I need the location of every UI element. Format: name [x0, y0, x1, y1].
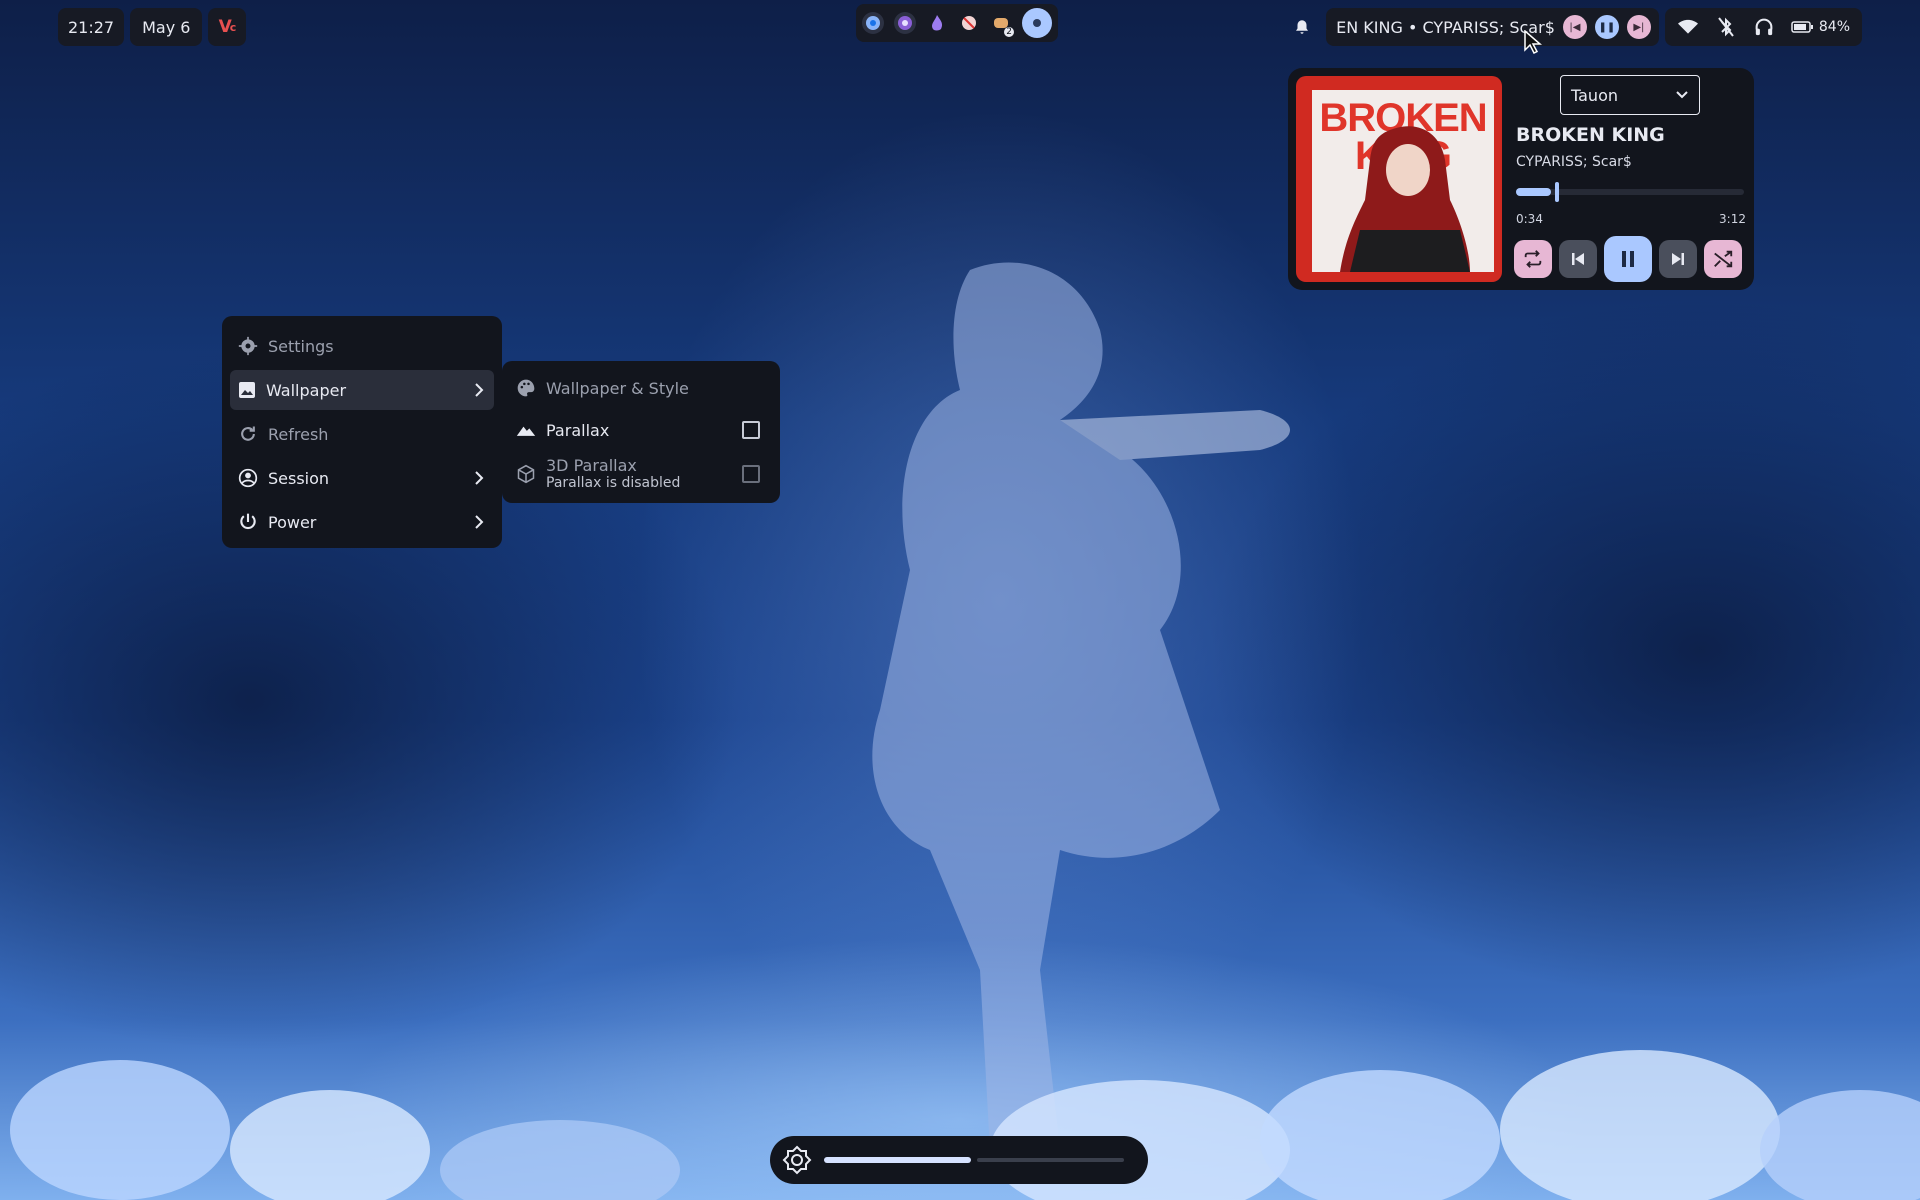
brightness-rest — [977, 1158, 1124, 1162]
cover-character-art — [1340, 126, 1470, 272]
menu-item-settings[interactable]: Settings — [230, 326, 494, 366]
repeat-button[interactable] — [1514, 240, 1552, 278]
menu-item-session[interactable]: Session — [230, 458, 494, 498]
next-button[interactable] — [1659, 240, 1697, 278]
wallpaper-submenu: Wallpaper & Style Parallax 3D Parallax P… — [502, 361, 780, 503]
track-progress-slider[interactable] — [1516, 182, 1744, 202]
chromium-icon[interactable] — [862, 12, 884, 34]
media-player-widget: BROKEN KING Tauon BROKEN KING CYPARISS; … — [1288, 68, 1754, 290]
clock[interactable]: 21:27 — [58, 8, 125, 46]
time-total: 3:12 — [1719, 212, 1746, 226]
active-dot-icon[interactable] — [1022, 8, 1052, 38]
playback-controls — [1514, 236, 1742, 282]
shuffle-button[interactable] — [1704, 240, 1742, 278]
desktop-context-menu: Settings Wallpaper Refresh Session Power — [222, 316, 502, 548]
wallpaper-style-label: Wallpaper & Style — [546, 378, 689, 398]
shuffle-icon — [1714, 250, 1733, 268]
previous-track-icon[interactable]: |◀ — [1562, 15, 1587, 39]
progress-fill — [1516, 188, 1552, 196]
skip-previous-icon — [1572, 253, 1584, 265]
next-track-icon[interactable]: ▶| — [1626, 15, 1651, 39]
skip-next-icon — [1672, 253, 1684, 265]
chevron-right-icon — [475, 471, 484, 485]
parallax-label: Parallax — [546, 420, 610, 440]
menu-item-power[interactable]: Power — [230, 502, 494, 542]
date[interactable]: May 6 — [130, 8, 203, 46]
wallpaper-style-item[interactable]: Wallpaper & Style — [510, 367, 772, 409]
notification-bell-icon[interactable] — [1284, 8, 1320, 46]
3d-parallax-label: 3D Parallax — [546, 456, 637, 475]
3d-parallax-toggle[interactable]: 3D Parallax Parallax is disabled — [510, 451, 772, 497]
chevron-right-icon — [475, 515, 484, 529]
power-icon — [240, 513, 256, 530]
wifi-icon[interactable] — [1677, 16, 1699, 38]
brightness-fill — [824, 1157, 971, 1163]
obs-icon[interactable] — [894, 12, 916, 34]
battery-percent: 84% — [1818, 19, 1850, 35]
cube-icon — [517, 464, 535, 484]
repeat-icon — [1524, 250, 1542, 268]
muted-app-icon[interactable] — [958, 12, 980, 34]
menu-item-wallpaper[interactable]: Wallpaper — [230, 370, 494, 410]
mountain-icon — [516, 426, 536, 436]
refresh-icon — [241, 426, 255, 441]
menu-item-refresh[interactable]: Refresh — [230, 414, 494, 454]
system-tray[interactable]: 84% — [1664, 8, 1862, 46]
menu-item-label: Power — [268, 512, 317, 532]
parallax-checkbox[interactable] — [742, 421, 760, 439]
time-elapsed: 0:34 — [1516, 212, 1543, 226]
previous-button[interactable] — [1559, 240, 1597, 278]
workspaces: 2 — [856, 4, 1058, 42]
gear-icon — [238, 336, 258, 356]
top-bar-right: EN KING • CYPARISS; Scar$ |◀ ❚❚ ▶| 84% — [1284, 8, 1862, 46]
account-circle-icon — [238, 468, 258, 488]
parallax-toggle[interactable]: Parallax — [510, 409, 772, 451]
3d-parallax-note: Parallax is disabled — [546, 475, 681, 492]
discord-icon[interactable]: 2 — [990, 12, 1014, 37]
progress-knob[interactable] — [1555, 182, 1560, 202]
pause-button[interactable] — [1604, 236, 1652, 282]
discord-badge: 2 — [1004, 27, 1014, 37]
track-artist: CYPARISS; Scar$ — [1516, 154, 1632, 170]
album-cover: BROKEN KING — [1296, 76, 1502, 282]
menu-item-label: Wallpaper — [266, 380, 347, 400]
3d-parallax-checkbox[interactable] — [742, 465, 760, 483]
brightness-slider[interactable] — [824, 1157, 1124, 1163]
pause-icon[interactable]: ❚❚ — [1594, 15, 1619, 39]
battery-icon: 84% — [1791, 16, 1850, 38]
chevron-down-icon — [1676, 91, 1688, 99]
top-bar-left: 21:27 May 6 Vc — [58, 8, 247, 46]
media-indicator-title: EN KING • CYPARISS; Scar$ — [1336, 17, 1555, 37]
app-icon[interactable] — [926, 12, 948, 34]
brightness-icon — [782, 1145, 812, 1175]
menu-item-label: Refresh — [268, 424, 329, 444]
pause-icon — [1622, 251, 1634, 267]
track-title: BROKEN KING — [1516, 124, 1665, 146]
image-icon — [239, 382, 255, 398]
player-selector-dropdown[interactable]: Tauon — [1560, 75, 1700, 115]
menu-item-label: Settings — [268, 336, 334, 356]
bluetooth-disabled-icon[interactable] — [1715, 16, 1737, 38]
chevron-right-icon — [475, 383, 484, 397]
vesktop-logo-icon[interactable]: Vc — [208, 8, 247, 46]
headphones-icon[interactable] — [1753, 16, 1775, 38]
mouse-cursor-icon — [1524, 30, 1542, 54]
palette-icon — [517, 379, 535, 397]
player-selector-value: Tauon — [1571, 85, 1618, 105]
media-indicator[interactable]: EN KING • CYPARISS; Scar$ |◀ ❚❚ ▶| — [1326, 8, 1659, 46]
menu-item-label: Session — [268, 468, 330, 488]
brightness-osd — [770, 1136, 1148, 1184]
